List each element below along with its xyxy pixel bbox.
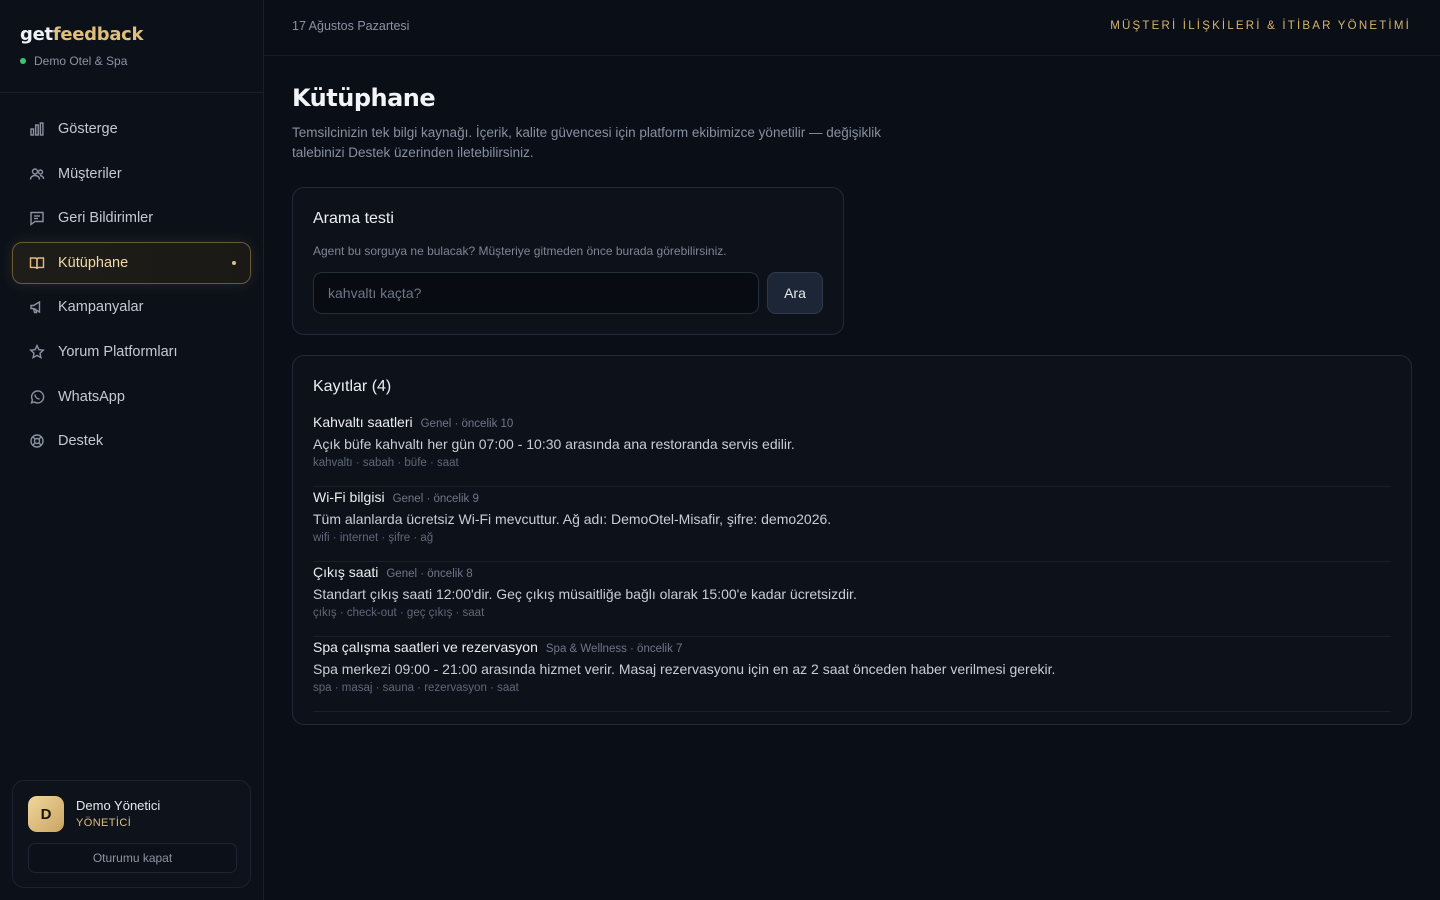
- list-item[interactable]: Çıkış saati Genel · öncelik 8 Standart çı…: [313, 562, 1391, 637]
- org-name: Demo Otel & Spa: [34, 54, 128, 68]
- sidebar-item-label: WhatsApp: [58, 388, 125, 405]
- sidebar-item-label: Geri Bildirimler: [58, 210, 154, 227]
- app-tagline: MÜŞTERİ İLİŞKİLERİ & İTİBAR YÖNETİMİ: [1110, 20, 1411, 32]
- sidebar-item-label: Gösterge: [58, 121, 118, 137]
- brand: getfeedback Demo Otel & Spa: [20, 24, 144, 68]
- logo[interactable]: getfeedback: [20, 24, 144, 45]
- search-test-title: Arama testi: [313, 210, 394, 227]
- sidebar-item-label: Müşteriler: [58, 165, 122, 182]
- list-item[interactable]: Kahvaltı saatleri Genel · öncelik 10 Açık…: [313, 412, 1391, 487]
- megaphone-icon: [29, 299, 45, 315]
- user-name: Demo Yönetici: [76, 798, 161, 813]
- record-meta: Genel · öncelik 8: [386, 568, 473, 580]
- users-icon: [29, 166, 45, 182]
- record-meta: Spa & Wellness · öncelik 7: [545, 643, 683, 655]
- record-title: Çıkış saati: [313, 564, 379, 580]
- record-meta: Genel · öncelik 9: [392, 493, 479, 505]
- sidebar-item-gosterge[interactable]: Gösterge: [12, 108, 251, 150]
- active-indicator-icon: [232, 260, 236, 265]
- page-description: Temsilcinizin tek bilgi kaynağı. İçerik,…: [292, 125, 881, 160]
- record-meta: Genel · öncelik 10: [420, 418, 514, 430]
- records-title: Kayıtlar (4): [313, 378, 392, 395]
- current-date: 17 Ağustos Pazartesi: [292, 19, 410, 33]
- record-tags: kahvaltı · sabah · büfe · saat: [313, 457, 459, 469]
- sidebar-item-label: Yorum Platformları: [58, 343, 178, 360]
- book-icon: [29, 255, 45, 271]
- record-body: Tüm alanlarda ücretsiz Wi-Fi mevcuttur. …: [313, 511, 832, 527]
- search-test-card: Arama testi Agent bu sorguya ne bulacak?…: [292, 187, 844, 335]
- sidebar: getfeedback Demo Otel & Spa Gösterge Müş…: [0, 0, 264, 900]
- logout-button[interactable]: Oturumu kapat: [28, 843, 237, 873]
- whatsapp-icon: [29, 389, 45, 405]
- page-title: Kütüphane: [292, 84, 436, 112]
- search-input[interactable]: [313, 272, 759, 314]
- lifebuoy-icon: [29, 433, 45, 449]
- record-tags: çıkış · check-out · geç çıkış · saat: [313, 607, 485, 619]
- sidebar-item-geri-bildirimler[interactable]: Geri Bildirimler: [12, 197, 251, 239]
- record-title: Spa çalışma saatleri ve rezervasyon: [313, 639, 538, 655]
- chart-bars-icon: [29, 121, 45, 137]
- record-title: Wi-Fi bilgisi: [313, 489, 385, 505]
- records-card: Kayıtlar (4) Kahvaltı saatleri Genel · ön…: [292, 355, 1412, 725]
- message-icon: [29, 210, 45, 227]
- org-indicator: Demo Otel & Spa: [20, 54, 143, 68]
- avatar[interactable]: D: [28, 796, 64, 832]
- record-tags: wifi · internet · şifre · ağ: [313, 532, 434, 544]
- sidebar-item-label: Kampanyalar: [58, 299, 144, 316]
- sidebar-nav: Gösterge Müşteriler Geri Bildirimler Küt…: [12, 108, 251, 465]
- record-title: Kahvaltı saatleri: [313, 414, 413, 430]
- list-item[interactable]: Wi-Fi bilgisi Genel · öncelik 9 Tüm alanl…: [313, 487, 1391, 562]
- record-body: Standart çıkış saati 12:00'dir. Geç çıkı…: [313, 586, 857, 602]
- sidebar-item-destek[interactable]: Destek: [12, 420, 251, 462]
- search-test-hint: Agent bu sorguya ne bulacak? Müşteriye g…: [313, 244, 727, 258]
- sidebar-item-label: Destek: [58, 433, 104, 450]
- sidebar-item-kutuphane[interactable]: Kütüphane: [12, 241, 251, 284]
- sidebar-item-musteriler[interactable]: Müşteriler: [12, 153, 251, 195]
- user-role: YÖNETİCİ: [76, 817, 132, 829]
- sidebar-item-yorum-platformlari[interactable]: Yorum Platformları: [12, 331, 251, 373]
- sidebar-item-label: Kütüphane: [58, 254, 129, 271]
- record-tags: spa · masaj · sauna · rezervasyon · saat: [313, 682, 519, 694]
- record-body: Spa merkezi 09:00 - 21:00 arasında hizme…: [313, 661, 1056, 677]
- record-body: Açık büfe kahvaltı her gün 07:00 - 10:30…: [313, 436, 795, 452]
- user-card: D Demo Yönetici YÖNETİCİ Oturumu kapat: [12, 780, 251, 888]
- star-icon: [29, 343, 45, 360]
- records-list: Kahvaltı saatleri Genel · öncelik 10 Açık…: [313, 412, 1391, 712]
- topbar: 17 Ağustos Pazartesi MÜŞTERİ İLİŞKİLERİ …: [264, 0, 1440, 56]
- sidebar-item-kampanyalar[interactable]: Kampanyalar: [12, 286, 251, 328]
- search-button[interactable]: Ara: [767, 272, 823, 314]
- status-dot-icon: [20, 58, 26, 64]
- list-item[interactable]: Spa çalışma saatleri ve rezervasyon Spa &…: [313, 637, 1391, 712]
- sidebar-divider: [0, 92, 263, 93]
- sidebar-item-whatsapp[interactable]: WhatsApp: [12, 376, 251, 418]
